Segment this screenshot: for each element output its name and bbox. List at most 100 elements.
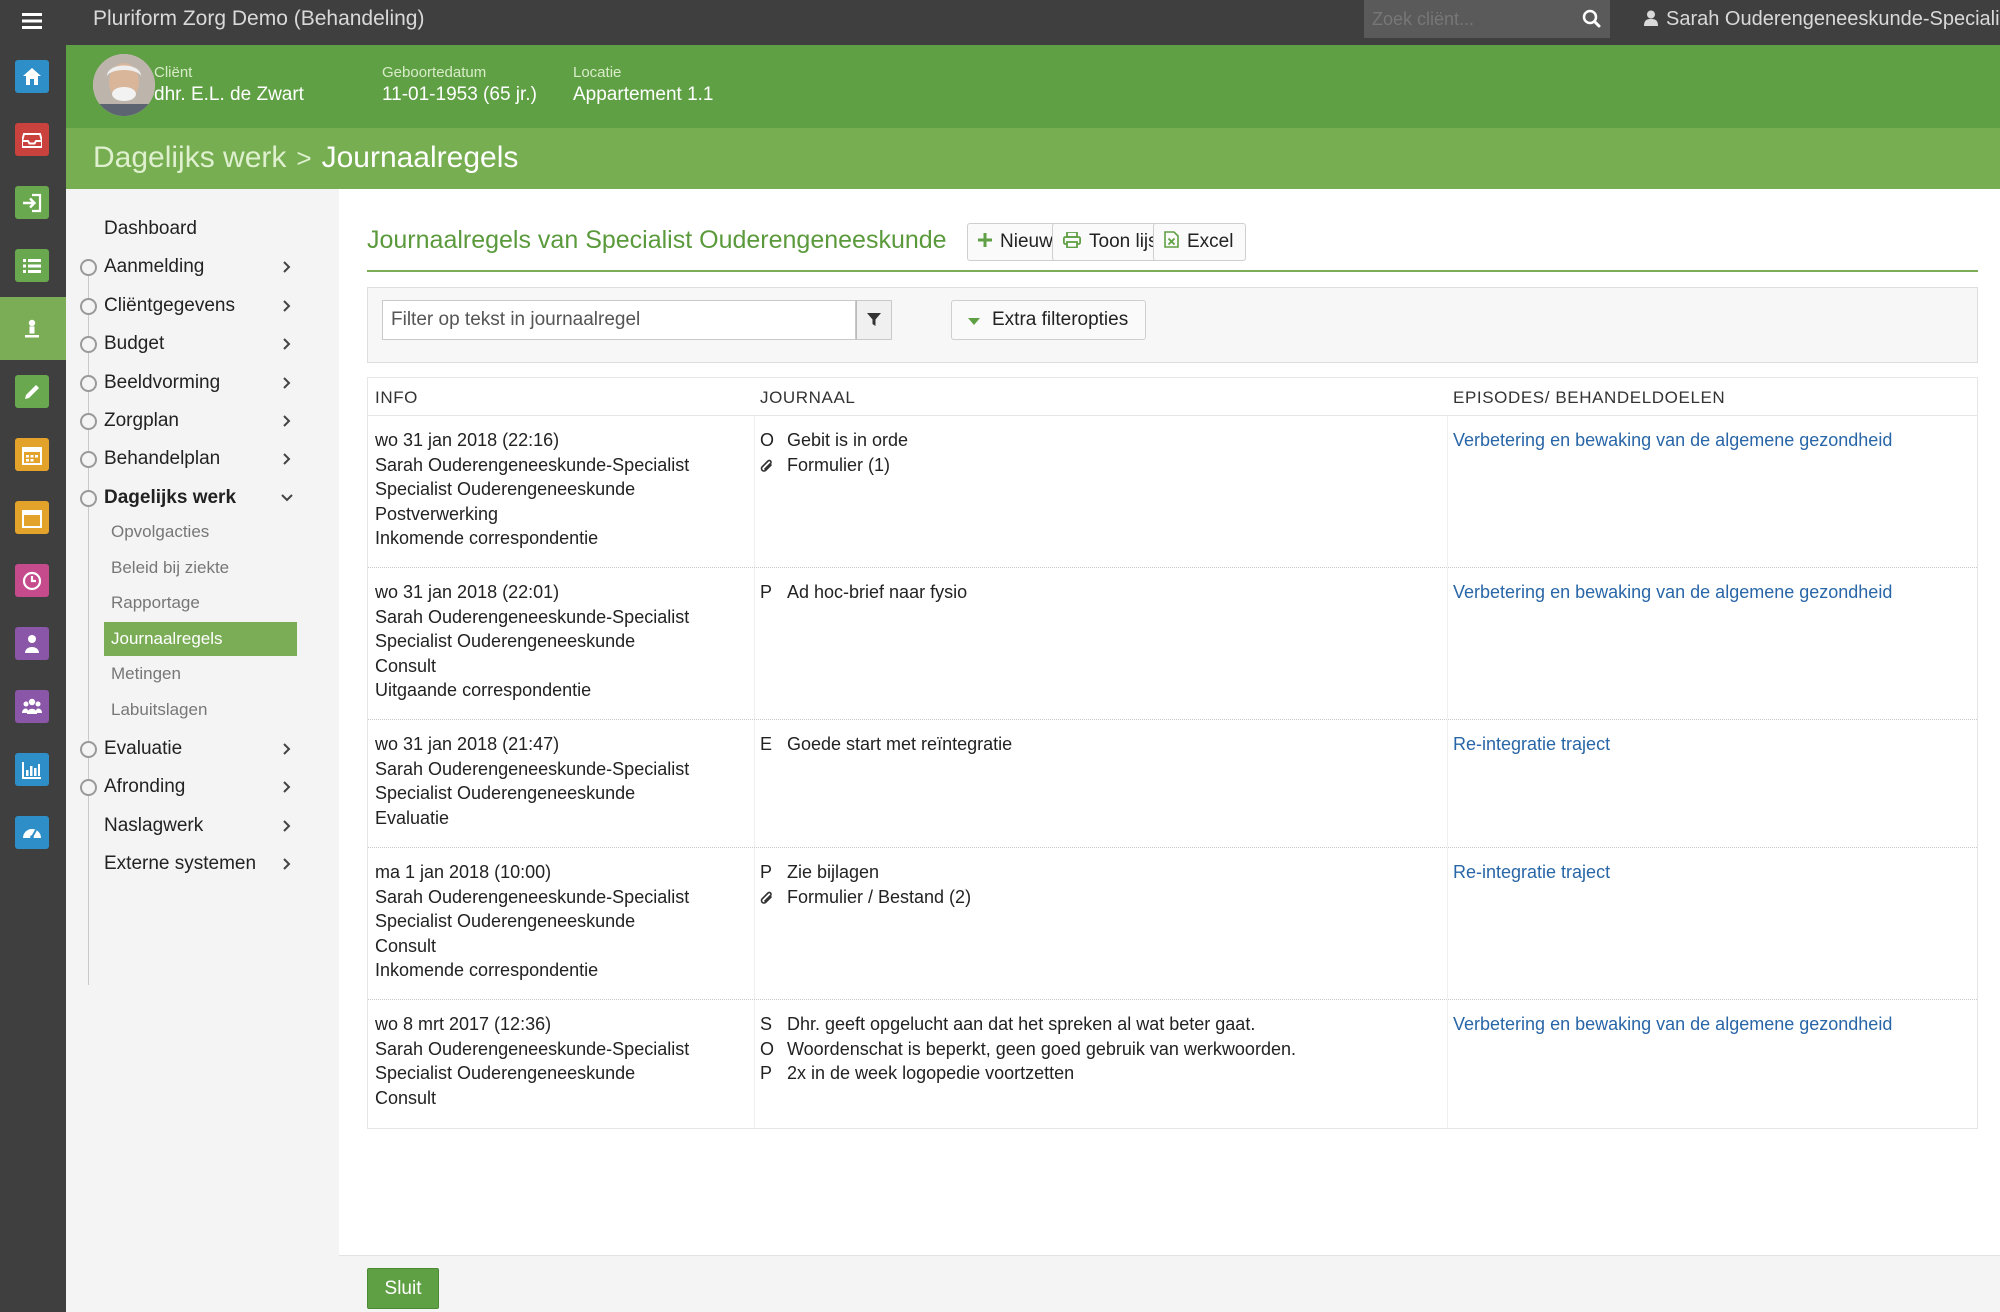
nav-item-dashboard[interactable]: Dashboard: [66, 210, 339, 248]
info-cell: ma 1 jan 2018 (10:00) Sarah Ouderengenees…: [375, 860, 689, 983]
nav-subitem-opvolgacties[interactable]: Opvolgacties: [104, 515, 297, 549]
top-bar: Pluriform Zorg Demo (Behandeling) Sarah …: [0, 0, 2000, 45]
table-row[interactable]: wo 31 jan 2018 (22:01) Sarah Ouderengenee…: [368, 568, 1977, 720]
nav-subitem-beleid-bij-ziekte[interactable]: Beleid bij ziekte: [104, 551, 297, 585]
entry-datetime: wo 31 jan 2018 (22:01): [375, 582, 560, 602]
breadcrumb-separator: >: [296, 143, 312, 173]
rail-item-dashboard[interactable]: [0, 801, 66, 864]
hamburger-menu-icon[interactable]: [18, 9, 46, 35]
treatment-goal-link[interactable]: Re-integratie traject: [1453, 862, 1610, 882]
nav-item-cli-ntgegevens[interactable]: Cliëntgegevens: [66, 287, 339, 325]
column-divider: [754, 568, 755, 719]
excel-button[interactable]: Excel: [1153, 223, 1247, 261]
nav-subitem-labuitslagen[interactable]: Labuitslagen: [104, 693, 297, 727]
treatment-goal-link[interactable]: Verbetering en bewaking van de algemene …: [1453, 582, 1892, 602]
entry-datetime: ma 1 jan 2018 (10:00): [375, 862, 552, 882]
rail-item-user[interactable]: [0, 612, 66, 675]
excel-button-label: Excel: [1187, 231, 1234, 252]
nav-subitem-journaalregels[interactable]: Journaalregels: [104, 621, 297, 656]
nav-circle-icon: [80, 413, 97, 430]
nav-circle-icon: [80, 374, 97, 392]
nav-subitem-metingen[interactable]: Metingen: [104, 657, 297, 691]
rail-item-list[interactable]: [0, 234, 66, 297]
rail-item-home[interactable]: [0, 45, 66, 108]
new-button[interactable]: Nieuw: [967, 223, 1066, 261]
info-line: Sarah Ouderengeneeskunde-Specialist: [375, 1038, 690, 1059]
rail-item-client[interactable]: [0, 297, 66, 360]
rail-item-calendar-empty[interactable]: [0, 486, 66, 549]
rail-item-inbox[interactable]: [0, 108, 66, 171]
nav-item-evaluatie[interactable]: Evaluatie: [66, 730, 339, 768]
nav-circle-icon: [80, 451, 97, 469]
nav-subitem-label: Rapportage: [111, 593, 200, 613]
app-icon-rail: [0, 45, 66, 1312]
extra-filter-options-button[interactable]: Extra filteropties: [951, 300, 1146, 340]
nav-item-aanmelding[interactable]: Aanmelding: [66, 248, 339, 286]
chevron-right-icon: [280, 287, 294, 323]
location-label: Locatie: [573, 64, 622, 81]
table-row[interactable]: ma 1 jan 2018 (10:00) Sarah Ouderengenees…: [368, 848, 1977, 1000]
column-divider: [754, 1000, 755, 1128]
attachment-link[interactable]: Formulier (1): [787, 453, 890, 478]
rail-item-bar-chart[interactable]: [0, 738, 66, 801]
list-icon: [15, 249, 49, 282]
table-row[interactable]: wo 31 jan 2018 (22:16) Sarah Ouderengenee…: [368, 416, 1977, 568]
nav-item-naslagwerk[interactable]: Naslagwerk: [66, 807, 339, 845]
rail-item-pencil[interactable]: [0, 360, 66, 423]
rail-item-sign-in[interactable]: [0, 171, 66, 234]
nav-item-label: Budget: [104, 333, 165, 355]
nav-item-afronding[interactable]: Afronding: [66, 768, 339, 806]
info-line: Sarah Ouderengeneeskunde-Specialist: [375, 886, 690, 907]
rail-item-calendar[interactable]: [0, 423, 66, 486]
column-divider: [754, 848, 755, 999]
client-label: Cliënt: [154, 64, 193, 81]
nav-item-externe-systemen[interactable]: Externe systemen: [66, 845, 339, 883]
filter-panel: Extra filteropties: [367, 287, 1978, 363]
breadcrumb-parent[interactable]: Dagelijks werk: [93, 141, 286, 174]
column-divider: [1447, 848, 1448, 999]
user-menu[interactable]: Sarah Ouderengeneeskunde-Specialist: [1644, 0, 2000, 38]
users-icon: [15, 690, 49, 723]
filter-button[interactable]: [856, 300, 892, 340]
client-icon: [15, 312, 49, 345]
attachment-link[interactable]: Formulier / Bestand (2): [787, 885, 971, 910]
nav-subitem-label: Journaalregels: [111, 628, 223, 648]
nav-item-behandelplan[interactable]: Behandelplan: [66, 440, 339, 478]
nav-item-dagelijks-werk[interactable]: Dagelijks werk: [66, 479, 339, 517]
info-line: Consult: [375, 655, 437, 676]
location-field: Locatie Appartement 1.1: [573, 65, 713, 109]
table-row[interactable]: wo 31 jan 2018 (21:47) Sarah Ouderengenee…: [368, 720, 1977, 848]
column-header-goals: EPISODES/ BEHANDELDOELEN: [1453, 388, 1726, 407]
soep-code: P: [760, 582, 773, 602]
info-line: Specialist Ouderengeneeskunde: [375, 911, 636, 932]
info-line: Specialist Ouderengeneeskunde: [375, 1063, 636, 1084]
nav-item-label: Cliëntgegevens: [104, 294, 235, 316]
column-divider: [1447, 568, 1448, 719]
entry-datetime: wo 8 mrt 2017 (12:36): [375, 1014, 552, 1034]
entry-datetime: wo 31 jan 2018 (21:47): [375, 734, 560, 754]
rail-item-clock[interactable]: [0, 549, 66, 612]
info-line: Postverwerking: [375, 503, 499, 524]
nav-item-budget[interactable]: Budget: [66, 325, 339, 363]
journal-text: Goede start met reïntegratie: [787, 734, 1013, 754]
nav-item-label: Zorgplan: [104, 410, 179, 431]
close-button[interactable]: Sluit: [367, 1268, 439, 1309]
column-divider: [1447, 416, 1448, 567]
dob-value: 11-01-1953 (65 jr.): [382, 84, 537, 105]
title-divider: [367, 270, 1978, 272]
new-button-label: Nieuw: [1000, 231, 1053, 252]
soep-code: E: [760, 734, 773, 754]
journal-filter-input[interactable]: [382, 300, 856, 340]
treatment-goal-link[interactable]: Verbetering en bewaking van de algemene …: [1453, 1014, 1892, 1034]
table-row[interactable]: wo 8 mrt 2017 (12:36) Sarah Ouderengenees…: [368, 1000, 1977, 1128]
treatment-goal-link[interactable]: Re-integratie traject: [1453, 734, 1610, 754]
home-icon: [15, 60, 49, 93]
nav-item-zorgplan[interactable]: Zorgplan: [66, 402, 339, 440]
nav-subitem-rapportage[interactable]: Rapportage: [104, 586, 297, 620]
rail-item-users[interactable]: [0, 675, 66, 738]
client-search-input[interactable]: [1364, 0, 1574, 38]
nav-item-beeldvorming[interactable]: Beeldvorming: [66, 364, 339, 402]
info-cell: wo 8 mrt 2017 (12:36) Sarah Ouderengenees…: [375, 1012, 689, 1110]
treatment-goal-link[interactable]: Verbetering en bewaking van de algemene …: [1453, 430, 1892, 450]
search-icon[interactable]: [1574, 0, 1610, 38]
